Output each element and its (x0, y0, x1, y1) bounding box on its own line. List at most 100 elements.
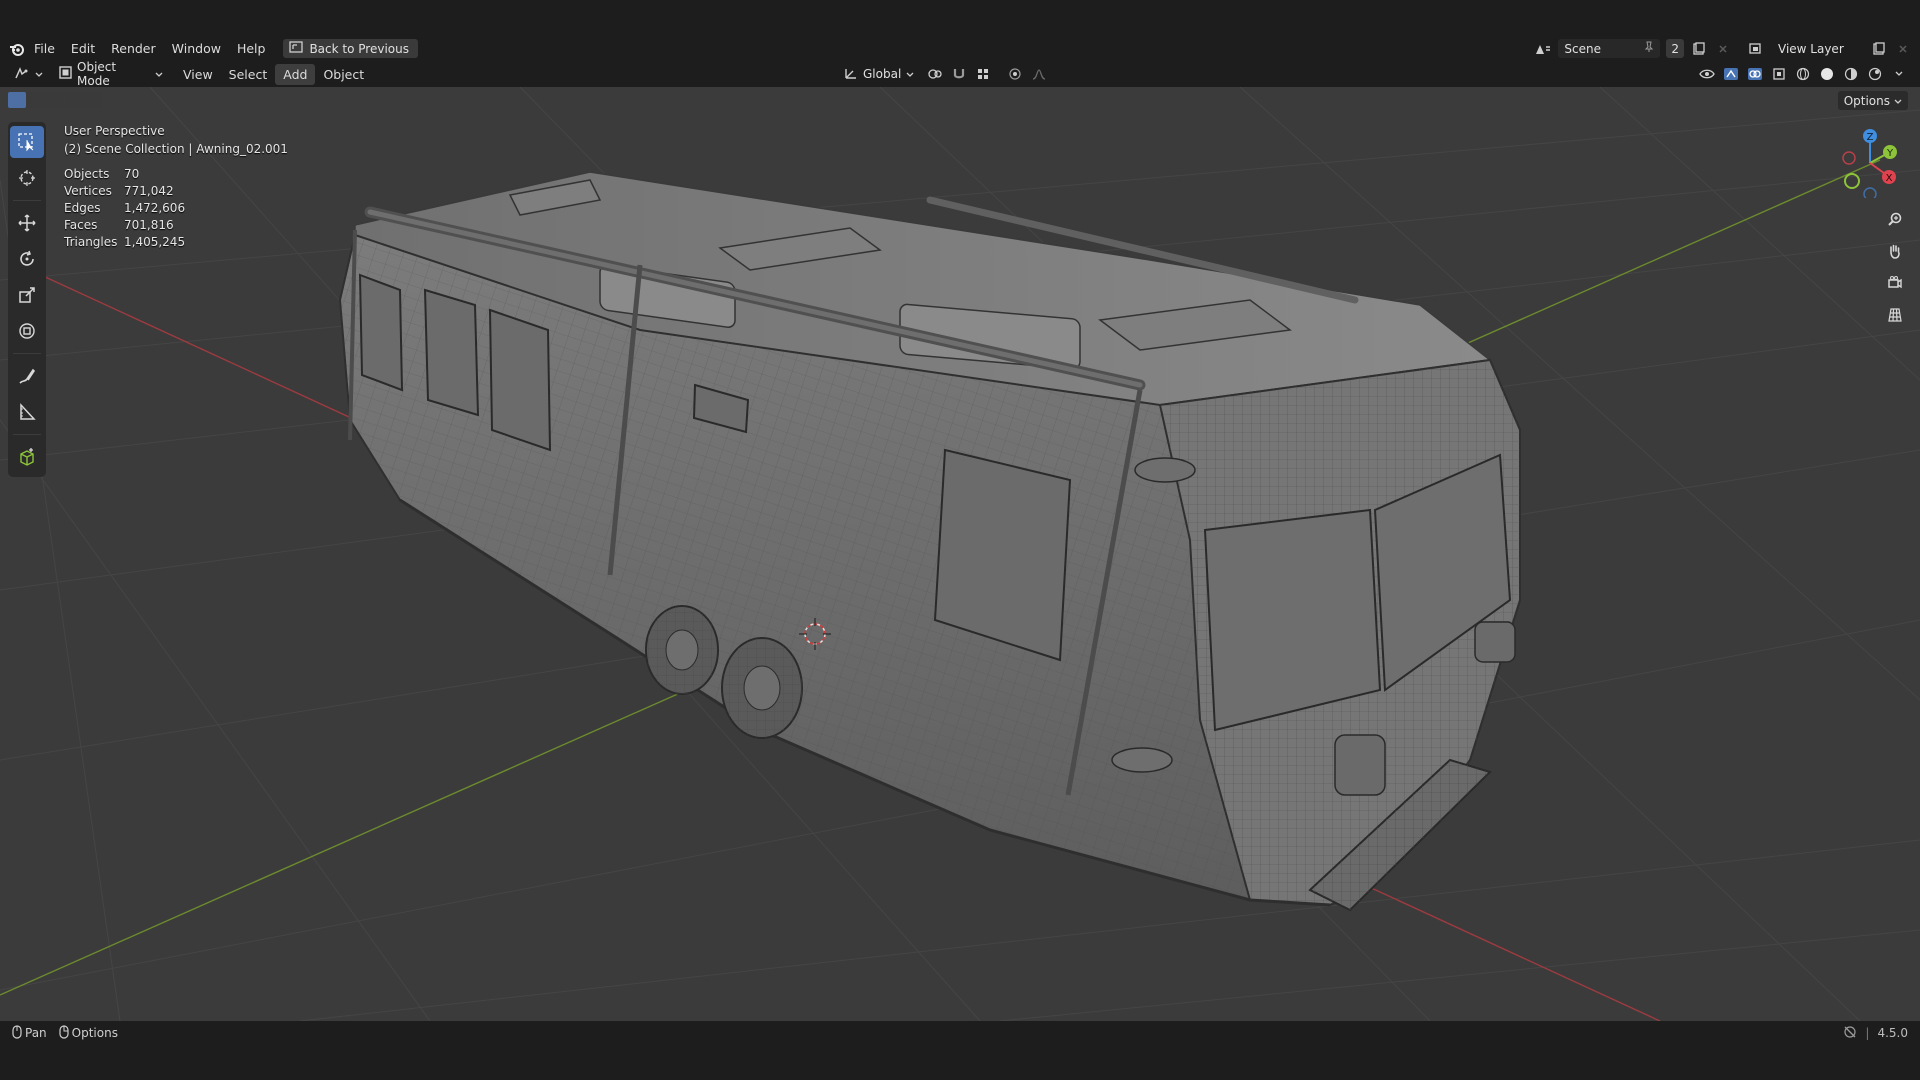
stat-value: 70 (124, 167, 140, 181)
stat-label: Objects (64, 167, 110, 181)
new-scene-icon[interactable] (1690, 40, 1708, 58)
menu-help[interactable]: Help (229, 38, 274, 59)
pin-icon[interactable] (1644, 41, 1654, 56)
status-options-hint: Options (53, 1024, 124, 1042)
scene-statistics: Objects 70 Vertices 771,042 Edges 1,472,606… (64, 166, 185, 251)
move-tool-icon[interactable] (10, 207, 44, 239)
mouse-right-icon (59, 1024, 69, 1042)
object-mode-label: Object Mode (77, 60, 117, 88)
menu-add[interactable]: Add (275, 63, 316, 85)
scale-tool-icon[interactable] (10, 279, 44, 311)
pan-label: Pan (25, 1026, 47, 1040)
stat-row: Faces 701,816 (64, 217, 185, 234)
scene-users-count[interactable]: 2 (1666, 39, 1684, 58)
view-layer-field[interactable]: View Layer (1772, 39, 1864, 58)
blender-logo-icon[interactable] (8, 40, 26, 58)
viewport-info-overlay: User Perspective (2) Scene Collection | … (64, 122, 288, 158)
close-scene-icon[interactable] (1714, 40, 1732, 58)
zoom-icon[interactable] (1882, 206, 1908, 232)
visibility-eye-icon[interactable] (1698, 65, 1716, 83)
menu-file[interactable]: File (26, 38, 63, 59)
scene-name: Scene (1564, 41, 1601, 56)
back-to-previous-label: Back to Previous (309, 41, 409, 56)
select-intersect-icon[interactable] (84, 92, 102, 108)
toolbar-separator (13, 434, 41, 435)
stat-label: Vertices (64, 184, 112, 198)
snap-grid-icon[interactable] (974, 65, 992, 83)
material-shading-icon[interactable] (1842, 65, 1860, 83)
select-new-icon[interactable] (8, 92, 26, 108)
snap-magnet-icon[interactable] (950, 65, 968, 83)
viewport-options-dropdown[interactable]: Options (1837, 91, 1908, 110)
chevron-down-icon (1894, 94, 1902, 108)
viewport-scene (0, 87, 1920, 1021)
close-view-layer-icon[interactable] (1894, 40, 1912, 58)
cursor-tool-icon[interactable] (10, 162, 44, 194)
select-box-tool-icon[interactable] (10, 126, 44, 158)
gizmo-z-label: Z (1867, 132, 1874, 143)
select-extend-icon[interactable] (27, 92, 45, 108)
rendered-shading-icon[interactable] (1866, 65, 1884, 83)
menu-object[interactable]: Object (315, 64, 372, 85)
menu-edit[interactable]: Edit (63, 38, 103, 59)
annotate-tool-icon[interactable] (10, 360, 44, 392)
viewport-display-tools (1698, 62, 1908, 86)
stat-row: Objects 70 (64, 166, 185, 183)
top-bar: File Edit Render Window Help Back to Pre… (0, 38, 1920, 59)
version-separator: | (1865, 1026, 1870, 1040)
orientation-label: Global (863, 67, 902, 81)
navigation-gizmo[interactable]: Z Y X (1830, 128, 1900, 198)
stat-value: 701,816 (124, 218, 174, 232)
gizmo-y-label: Y (1886, 148, 1894, 159)
viewport-nav-controls (1882, 206, 1908, 328)
scene-selector-icon[interactable] (1534, 40, 1552, 58)
menu-render[interactable]: Render (103, 38, 164, 59)
transform-tool-icon[interactable] (10, 315, 44, 347)
blender-version: 4.5.0 (1877, 1026, 1908, 1040)
overlays-toggle-icon[interactable] (1746, 65, 1764, 83)
ortho-grid-icon[interactable] (1882, 302, 1908, 328)
stat-row: Vertices 771,042 (64, 183, 185, 200)
add-cube-tool-icon[interactable] (10, 441, 44, 473)
tool-shelf (8, 122, 46, 477)
menu-window[interactable]: Window (164, 38, 229, 59)
editor-type-dropdown[interactable] (8, 64, 49, 84)
measure-tool-icon[interactable] (10, 396, 44, 428)
options-label: Options (1843, 93, 1890, 108)
pan-hand-icon[interactable] (1882, 238, 1908, 264)
perspective-label: User Perspective (64, 124, 165, 138)
wireframe-shading-icon[interactable] (1794, 65, 1812, 83)
status-pan-hint: Pan (6, 1024, 53, 1042)
select-subtract-icon[interactable] (46, 92, 64, 108)
chevron-down-icon (906, 67, 914, 81)
menu-select[interactable]: Select (221, 64, 276, 85)
3d-viewport[interactable]: Z Y X Options (0, 87, 1920, 1021)
stat-row: Triangles 1,405,245 (64, 234, 185, 251)
transform-orientation-dropdown[interactable]: Global (838, 64, 920, 84)
view-layer-icon[interactable] (1748, 40, 1766, 58)
shading-options-chevron-icon[interactable] (1890, 65, 1908, 83)
menu-view[interactable]: View (175, 64, 221, 85)
gizmo-toggle-icon[interactable] (1722, 65, 1740, 83)
editor-type-icon (14, 66, 30, 83)
network-off-icon (1843, 1025, 1857, 1042)
stat-value: 771,042 (124, 184, 174, 198)
chevron-down-icon (155, 67, 163, 81)
active-collection-label: (2) Scene Collection | Awning_02.001 (64, 142, 288, 156)
new-view-layer-icon[interactable] (1870, 40, 1888, 58)
back-to-previous-button[interactable]: Back to Previous (283, 39, 418, 58)
object-mode-dropdown[interactable]: Object Mode (53, 60, 169, 88)
solid-shading-icon[interactable] (1818, 65, 1836, 83)
pivot-point-icon[interactable] (926, 65, 944, 83)
proportional-edit-icon[interactable] (1006, 65, 1024, 83)
mouse-middle-icon (12, 1024, 22, 1042)
version-info: | 4.5.0 (1843, 1021, 1908, 1045)
select-invert-icon[interactable] (65, 92, 83, 108)
camera-view-icon[interactable] (1882, 270, 1908, 296)
rotate-tool-icon[interactable] (10, 243, 44, 275)
xray-toggle-icon[interactable] (1770, 65, 1788, 83)
scene-name-field[interactable]: Scene (1558, 39, 1661, 58)
falloff-curve-icon[interactable] (1030, 65, 1048, 83)
stat-label: Triangles (64, 235, 118, 249)
scene-users-value: 2 (1671, 41, 1679, 56)
